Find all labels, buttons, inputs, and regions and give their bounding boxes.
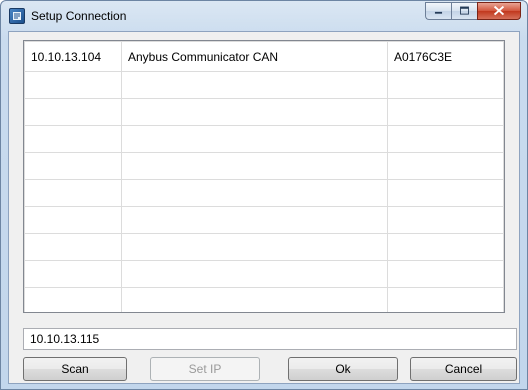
table-row[interactable] [24,206,504,234]
device-name-cell[interactable] [121,287,388,312]
serial-number-cell[interactable] [387,152,504,180]
table-row[interactable] [24,71,504,99]
device-table: 10.10.13.104 Anybus Communicator CAN A0176… [24,41,504,312]
device-name-cell[interactable] [121,233,388,261]
serial-number-cell[interactable] [387,179,504,207]
device-name-cell[interactable] [121,152,388,180]
ip-address-cell[interactable]: 10.10.13.104 [24,41,122,72]
serial-number-cell[interactable] [387,71,504,99]
table-row[interactable] [24,98,504,126]
device-name-cell[interactable] [121,125,388,153]
table-row[interactable] [24,152,504,180]
ip-address-cell[interactable] [24,98,122,126]
serial-number-cell[interactable] [387,206,504,234]
app-icon [9,8,25,24]
ip-address-cell[interactable] [24,287,122,312]
device-name-cell[interactable] [121,260,388,288]
table-row[interactable] [24,260,504,288]
device-list[interactable]: 10.10.13.104 Anybus Communicator CAN A0176… [23,40,505,313]
ip-address-cell[interactable] [24,206,122,234]
device-name-cell[interactable] [121,179,388,207]
table-row[interactable] [24,233,504,261]
table-row[interactable] [24,125,504,153]
ip-address-cell[interactable] [24,71,122,99]
ip-address-cell[interactable] [24,152,122,180]
serial-number-cell[interactable]: A0176C3E [387,41,504,72]
table-row[interactable] [24,179,504,207]
ok-button[interactable]: Ok [288,357,398,381]
serial-number-cell[interactable] [387,233,504,261]
serial-number-cell[interactable] [387,287,504,312]
ip-address-cell[interactable] [24,233,122,261]
table-row[interactable] [24,287,504,312]
device-name-cell[interactable] [121,206,388,234]
minimize-icon [434,11,443,14]
maximize-button[interactable] [451,2,477,20]
close-button[interactable] [477,2,521,20]
set-ip-button[interactable]: Set IP [150,357,260,381]
serial-number-cell[interactable] [387,98,504,126]
device-name-cell[interactable]: Anybus Communicator CAN [121,41,388,72]
setup-connection-window: Setup Connection 10.10.13.104 Anybus Com… [0,0,528,390]
close-icon [493,5,505,16]
ip-address-cell[interactable] [24,260,122,288]
cancel-button[interactable]: Cancel [410,357,517,381]
device-name-cell[interactable] [121,98,388,126]
minimize-button[interactable] [425,2,451,20]
ip-address-cell[interactable] [24,179,122,207]
serial-number-cell[interactable] [387,125,504,153]
table-row[interactable]: 10.10.13.104 Anybus Communicator CAN A0176… [24,41,504,72]
window-title: Setup Connection [31,9,127,23]
maximize-icon [460,6,469,15]
scan-button[interactable]: Scan [23,357,127,381]
serial-number-cell[interactable] [387,260,504,288]
ip-address-input[interactable]: 10.10.13.115 [23,328,517,350]
device-name-cell[interactable] [121,71,388,99]
ip-address-cell[interactable] [24,125,122,153]
title-bar[interactable]: Setup Connection [1,1,527,31]
